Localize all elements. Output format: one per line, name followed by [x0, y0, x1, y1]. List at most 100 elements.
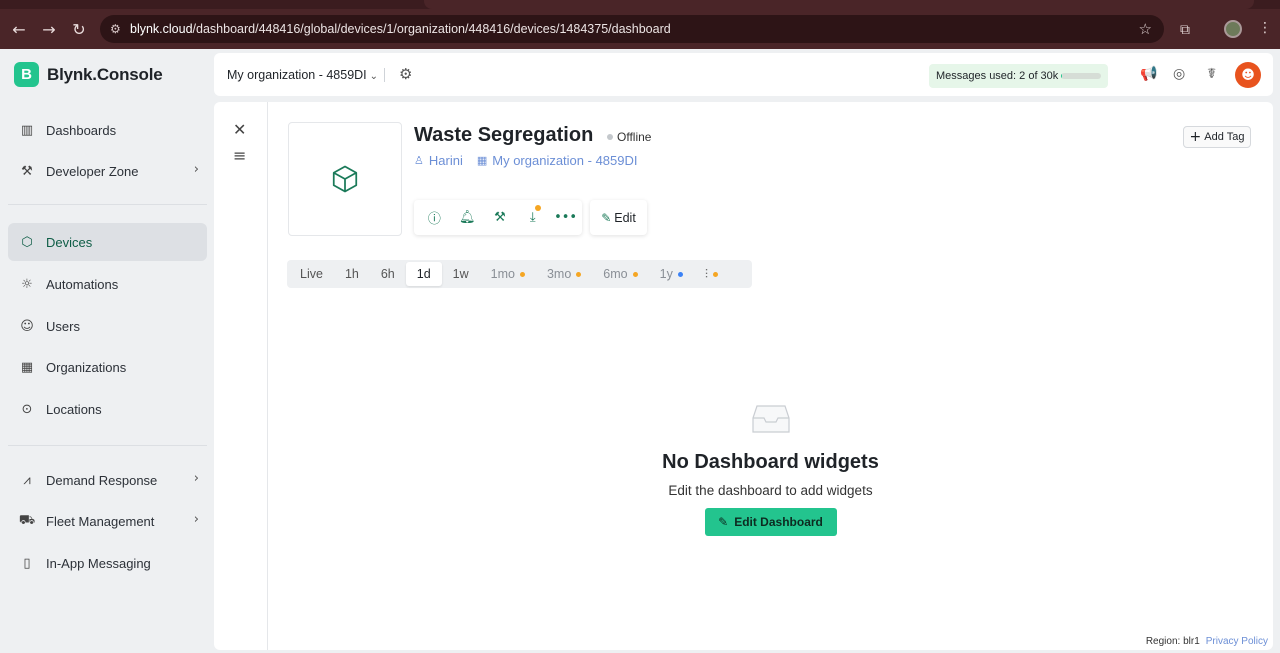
device-meta: ♙ Harini ▦ My organization - 4859DI: [414, 153, 638, 168]
sidebar-item-users[interactable]: ☺ Users: [8, 307, 207, 345]
messages-usage: Messages used: 2 of 30k: [929, 64, 1108, 88]
add-tag-button[interactable]: + Add Tag: [1183, 126, 1251, 148]
chevron-right-icon: ›: [193, 162, 199, 177]
sidebar-item-dashboards[interactable]: ▥ Dashboards: [8, 111, 207, 149]
sliders-icon: ⫶: [704, 266, 708, 281]
chevron-down-icon: ⌄: [369, 71, 379, 82]
notification-badge: [535, 205, 542, 211]
user-icon: ♙: [414, 154, 424, 167]
message-icon: ▯: [23, 555, 31, 571]
org-settings-icon[interactable]: ⚙: [399, 65, 412, 83]
url-text[interactable]: blynk.cloud/dashboard/448416/global/devi…: [130, 22, 671, 36]
upgrade-dot: [519, 271, 525, 277]
range-1h[interactable]: 1h: [334, 262, 370, 286]
pin-icon: ⊙: [21, 401, 33, 417]
cube-icon: ⬡: [21, 234, 33, 250]
close-icon[interactable]: ✕: [233, 120, 246, 139]
range-6h[interactable]: 6h: [370, 262, 406, 286]
signal-icon: ⩘: [23, 472, 31, 488]
topbar-separator: [384, 68, 385, 82]
address-bar[interactable]: ⚙ blynk.cloud/dashboard/448416/global/de…: [100, 15, 1164, 43]
upgrade-dot: [677, 271, 683, 277]
device-title: Waste Segregation: [414, 124, 594, 146]
range-3mo[interactable]: 3mo: [536, 262, 592, 286]
empty-state: No Dashboard widgets Edit the dashboard …: [608, 402, 933, 536]
plus-icon: +: [1189, 129, 1202, 145]
menu-icon[interactable]: ≡: [233, 146, 246, 165]
tools-icon[interactable]: ⚒: [484, 210, 517, 225]
bug-report-icon[interactable]: ☤: [1207, 66, 1216, 82]
download-icon[interactable]: ⤓: [516, 205, 549, 225]
empty-state-title: No Dashboard widgets: [662, 451, 879, 473]
footer: Region: blr1 Privacy Policy: [1146, 636, 1268, 647]
messages-usage-bar: [1061, 73, 1101, 79]
forward-icon[interactable]: →: [34, 14, 64, 44]
help-icon[interactable]: ◎: [1173, 66, 1185, 82]
automation-icon: ☼: [21, 276, 33, 292]
empty-state-subtitle: Edit the dashboard to add widgets: [668, 483, 873, 498]
reload-icon[interactable]: ↻: [64, 14, 94, 44]
chevron-right-icon: ›: [193, 471, 199, 486]
announcements-icon[interactable]: 📢: [1140, 66, 1157, 82]
chevron-right-icon: ›: [193, 512, 199, 527]
browser-menu-icon[interactable]: ⋮: [1258, 20, 1272, 36]
range-1w[interactable]: 1w: [442, 262, 480, 286]
range-1d[interactable]: 1d: [405, 262, 442, 286]
upgrade-dot: [632, 271, 638, 277]
brand[interactable]: B Blynk.Console: [14, 62, 163, 87]
device-image[interactable]: [288, 122, 402, 236]
range-6mo[interactable]: 6mo: [592, 262, 648, 286]
sidebar-item-in-app-messaging[interactable]: ▯ In-App Messaging: [8, 544, 207, 582]
sidebar-item-developer-zone[interactable]: ⚒ Developer Zone ›: [8, 152, 207, 190]
messages-usage-fill: [1061, 73, 1062, 79]
range-1y[interactable]: 1y: [649, 262, 694, 286]
site-info-icon[interactable]: ⚙: [110, 22, 130, 36]
building-icon: ▦: [20, 359, 34, 375]
sidebar-item-fleet-management[interactable]: ⛟ Fleet Management ›: [8, 502, 207, 540]
device-panel: ✕ ≡ Waste Segregation Offline ♙ Harini ▦…: [214, 102, 1273, 650]
bell-icon[interactable]: 🔔︎: [451, 210, 484, 225]
range-custom[interactable]: ⫶: [694, 262, 729, 286]
tools-icon: ⚒: [21, 163, 33, 179]
users-icon: ☺: [20, 318, 34, 334]
upgrade-dot: [576, 271, 582, 277]
range-1mo[interactable]: 1mo: [480, 262, 536, 286]
sidebar-divider: [8, 204, 207, 205]
region-label: Region: blr1: [1145, 636, 1200, 647]
sidebar-item-devices[interactable]: ⬡ Devices: [8, 223, 207, 261]
cube-icon: [332, 165, 358, 193]
browser-tab-strip: [0, 0, 1280, 9]
sidebar: B Blynk.Console ▥ Dashboards ⚒ Developer…: [0, 49, 214, 653]
device-owner-link[interactable]: Harini: [429, 153, 463, 168]
user-avatar[interactable]: ☻: [1235, 62, 1261, 88]
bookmark-star-icon[interactable]: ☆: [1139, 20, 1152, 38]
info-icon[interactable]: ⓘ: [418, 208, 451, 227]
range-live[interactable]: Live: [289, 262, 334, 286]
browser-active-tab[interactable]: [424, 0, 1254, 9]
edit-dashboard-button[interactable]: ✎ Edit Dashboard: [704, 508, 837, 536]
top-bar: My organization - 4859DI ⌄ ⚙ Messages use…: [214, 53, 1273, 96]
extensions-icon[interactable]: ⧉: [1180, 22, 1190, 38]
sidebar-item-organizations[interactable]: ▦ Organizations: [8, 348, 207, 386]
organization-selector[interactable]: My organization - 4859DI ⌄: [227, 68, 378, 82]
back-icon[interactable]: ←: [4, 14, 34, 44]
blynk-logo: B: [14, 62, 39, 87]
browser-profile-avatar[interactable]: [1224, 20, 1242, 38]
truck-icon: ⛟: [18, 512, 36, 528]
privacy-policy-link[interactable]: Privacy Policy: [1206, 636, 1268, 647]
sidebar-item-demand-response[interactable]: ⩘ Demand Response ›: [8, 461, 207, 499]
edit-icon: ✎: [718, 515, 729, 529]
device-action-toolbar: ⓘ 🔔︎ ⚒ ⤓ •••: [414, 200, 582, 235]
device-organization-link[interactable]: My organization - 4859DI: [492, 153, 637, 168]
brand-name: Blynk.Console: [47, 64, 163, 84]
sidebar-item-locations[interactable]: ⊙ Locations: [8, 390, 207, 428]
edit-device-button[interactable]: ✎ Edit: [590, 200, 647, 235]
sidebar-divider: [8, 445, 207, 446]
upgrade-dot: [712, 271, 718, 277]
browser-toolbar: ← → ↻ ⚙ blynk.cloud/dashboard/448416/glo…: [0, 9, 1280, 49]
inbox-icon: [751, 405, 790, 433]
building-icon: ▦: [476, 154, 488, 167]
more-icon[interactable]: •••: [549, 210, 582, 225]
status-dot: [607, 134, 613, 140]
sidebar-item-automations[interactable]: ☼ Automations: [8, 265, 207, 303]
